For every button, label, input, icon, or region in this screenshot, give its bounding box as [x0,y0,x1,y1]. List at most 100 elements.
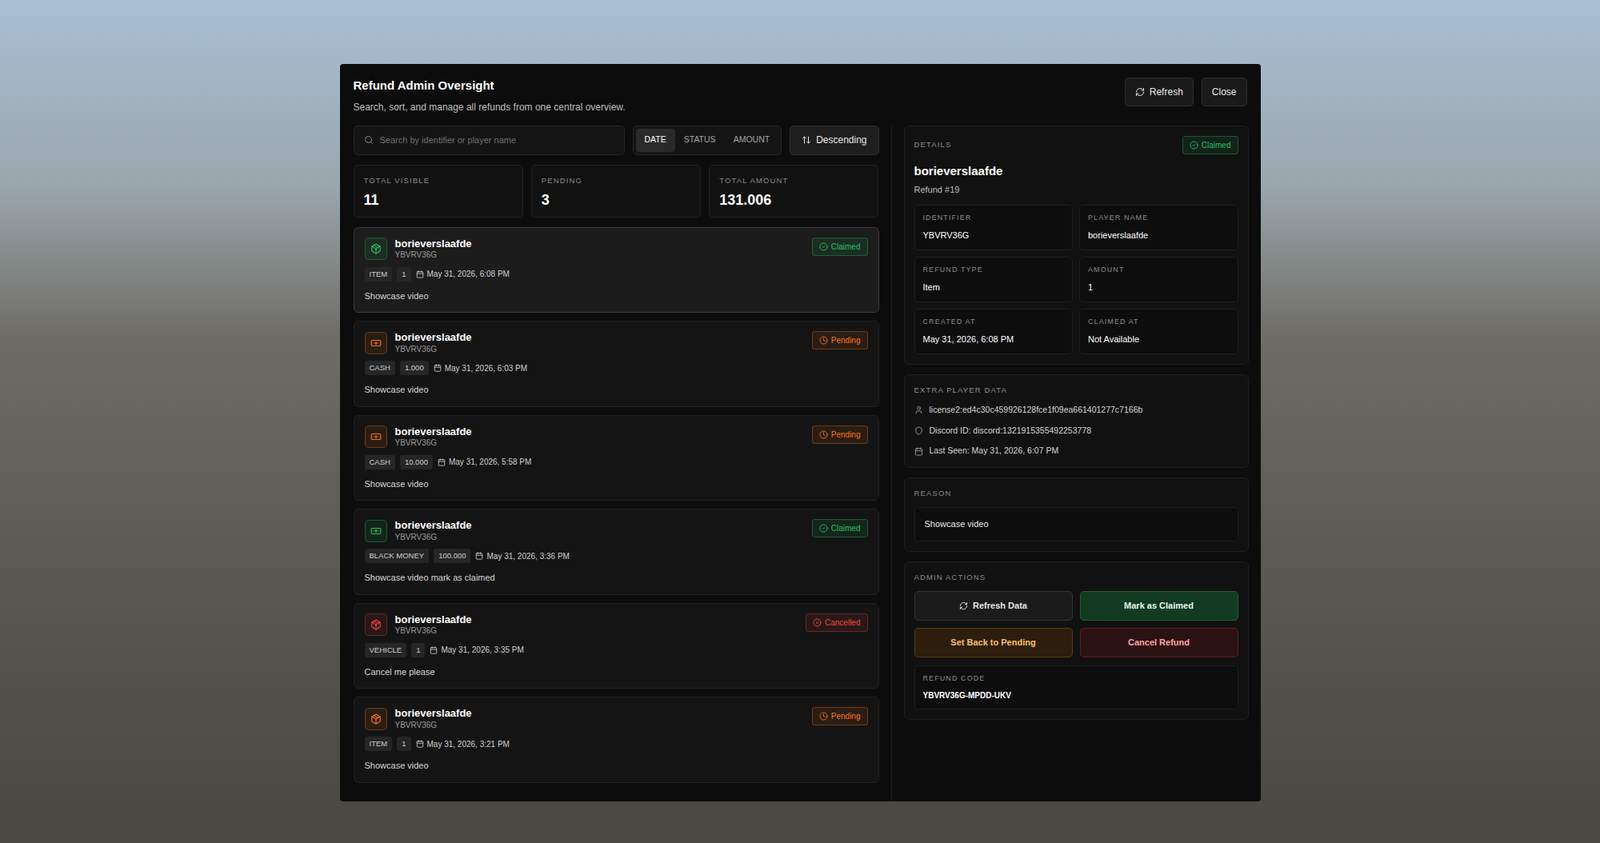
status-badge: Claimed [1182,136,1239,155]
section-label: EXTRA PLAYER DATA [914,384,1239,396]
refresh-icon [959,601,968,611]
stat-card: TOTAL VISIBLE11 [353,164,524,218]
shield-icon [914,426,924,436]
type-tag: BLACK MONEY [364,548,430,564]
detail-name: borieverslaafde [914,162,1239,181]
reason: Showcase video mark as claimed [364,569,868,585]
reason: Showcase video [364,381,868,397]
date: May 31, 2026, 3:35 PM [429,644,524,656]
date: May 31, 2026, 3:36 PM [475,550,569,563]
refund-card[interactable]: borieverslaafdeYBVRV36GPendingITEM1May 3… [353,696,880,784]
type-icon-box [364,708,388,731]
extra-player-data: EXTRA PLAYER DATA license2:ed4c30c4599261… [904,374,1249,469]
amount-tag: 1.000 [400,360,429,376]
calendar-icon [416,270,424,279]
clock-icon [819,712,828,721]
sort-tabs: DATESTATUSAMOUNT [632,125,783,156]
detail-subtitle: Refund #19 [914,183,1239,197]
check-circle-icon [819,524,828,533]
detail-field: AMOUNT1 [1079,256,1239,303]
reason-box: Showcase video [914,507,1239,542]
amount-tag: 1 [396,736,411,752]
reason: Showcase video [364,757,868,773]
refund-card[interactable]: borieverslaafdeYBVRV36GCancelledVEHICLE1… [353,603,880,690]
refund-list: borieverslaafdeYBVRV36GClaimedITEM1May 3… [353,227,880,802]
check-circle-icon [1189,140,1199,150]
amount-tag: 1 [411,643,425,658]
sort-tab[interactable]: DATE [636,128,676,152]
detail-field: CLAIMED ATNot Available [1079,308,1239,355]
amount-tag: 1 [396,267,411,282]
type-icon-box [364,332,388,355]
check-circle-icon [819,242,828,252]
reason: Showcase video [364,476,868,492]
modal-header: Refund Admin Oversight Search, sort, and … [340,64,1261,126]
type-tag: CASH [364,455,396,470]
search-field[interactable]: Search by identifier or player name [353,125,625,156]
identifier: YBVRV36G [395,250,472,261]
package-icon [370,243,382,255]
identifier: YBVRV36G [395,438,472,449]
player-name: borieverslaafde [395,425,472,439]
admin-action-button[interactable]: Cancel Refund [1080,628,1239,658]
modal-subtitle: Search, sort, and manage all refunds fro… [353,100,626,115]
admin-action-button[interactable]: Set Back to Pending [914,628,1073,658]
section-label: ADMIN ACTIONS [914,572,1239,584]
type-icon-box [364,613,388,636]
player-name: borieverslaafde [395,519,472,532]
banknote-icon [370,337,382,349]
date: May 31, 2026, 6:03 PM [433,362,528,375]
reason: Cancel me please [364,664,868,680]
status-badge: Pending [812,425,868,444]
extra-data-row: Last Seen: May 31, 2026, 6:07 PM [914,444,1239,458]
type-tag: ITEM [364,736,393,752]
refund-card[interactable]: borieverslaafdeYBVRV36G Pending CASH 10.000… [353,415,880,502]
date: May 31, 2026, 5:58 PM [437,456,532,468]
detail-field: REFUND TYPEItem [914,256,1074,303]
refund-card[interactable]: borieverslaafdeYBVRV36GPendingCASH1.000M… [353,320,880,408]
admin-action-button[interactable]: Mark as Claimed [1080,591,1239,621]
refresh-icon [1135,87,1145,97]
sort-icon [801,135,812,145]
player-name: borieverslaafde [395,613,472,627]
stat-card: PENDING3 [531,164,701,218]
admin-action-button[interactable]: Refresh Data [914,591,1073,621]
type-icon-box [364,520,388,543]
reason-panel: REASON Showcase video [904,477,1249,552]
extra-data-row: Discord ID: discord:1321915355492253778 [914,424,1239,438]
calendar-icon [429,646,438,655]
admin-actions-panel: ADMIN ACTIONS Refresh DataMark as Claimed… [904,561,1249,720]
refresh-button[interactable]: Refresh [1124,77,1194,107]
modal-title: Refund Admin Oversight [353,76,626,96]
section-label: REASON [914,488,1239,500]
status-badge: Pending [812,331,868,350]
extra-data-row: license2:ed4c30c459926128fce1f09ea661401… [914,404,1239,417]
type-tag: ITEM [364,267,393,282]
banknote-icon [370,431,382,443]
type-icon-box [364,425,388,448]
player-name: borieverslaafde [395,707,472,720]
date: May 31, 2026, 3:21 PM [416,738,510,751]
stat-card: TOTAL AMOUNT131.006 [708,164,879,218]
refund-card[interactable]: borieverslaafdeYBVRV36GClaimedITEM1May 3… [353,227,880,314]
sort-order-button[interactable]: Descending [789,125,879,156]
sort-tab[interactable]: AMOUNT [724,128,780,152]
package-icon [370,619,382,631]
refund-code-box: REFUND CODEYBVRV36G-MPDD-UKV [914,665,1239,710]
refund-card[interactable]: borieverslaafdeYBVRV36GClaimedBLACK MONE… [353,508,880,596]
calendar-icon [914,447,924,456]
banknote-icon [370,525,382,537]
amount-tag: 10.000 [400,455,433,470]
type-tag: VEHICLE [364,643,408,658]
section-label: DETAILS [914,139,952,151]
package-icon [370,713,382,725]
calendar-icon [416,740,424,748]
sort-tab[interactable]: STATUS [675,128,725,152]
user-icon [914,405,924,415]
status-badge: Claimed [812,237,868,256]
close-button[interactable]: Close [1201,77,1248,107]
status-badge: Claimed [812,519,868,538]
identifier: YBVRV36G [395,720,472,732]
details-column: DETAILSClaimedborieverslaafdeRefund #19I… [892,125,1261,803]
clock-icon [819,430,828,440]
